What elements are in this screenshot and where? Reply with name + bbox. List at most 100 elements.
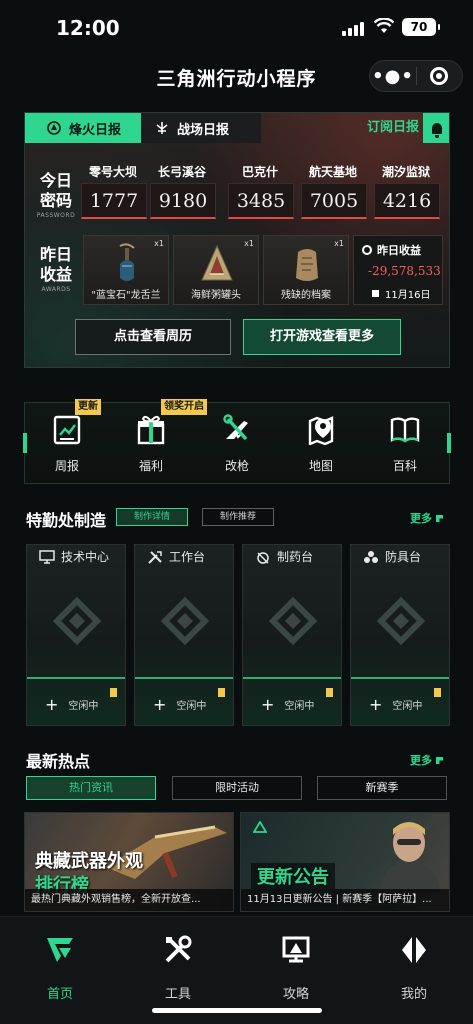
bench-armor[interactable]: 防具台 + 空闲中 bbox=[350, 544, 450, 726]
home-indicator[interactable] bbox=[152, 1008, 322, 1013]
close-ring-icon bbox=[430, 67, 449, 85]
award-count: x1 bbox=[334, 239, 344, 248]
special-more-link[interactable]: 更多 bbox=[410, 510, 443, 526]
claim-open-tag: 领奖开启 bbox=[161, 399, 207, 415]
news-headline: 典藏武器外观 bbox=[35, 851, 143, 872]
tab-battle-label: 战场日报 bbox=[177, 122, 230, 138]
tab-label: 首页 bbox=[46, 987, 73, 1002]
tab-battle-report[interactable]: 战场日报 bbox=[141, 113, 261, 143]
income-date-text: 11月16日 bbox=[385, 290, 431, 301]
bench-header: 防具台 bbox=[363, 548, 421, 565]
pill-production-recommend[interactable]: 制作推荐 bbox=[202, 508, 274, 526]
more-menu-icon[interactable]: •●• bbox=[370, 66, 416, 87]
news-tab-events[interactable]: 限时活动 bbox=[172, 776, 302, 800]
quick-item-welfare[interactable]: 福利 bbox=[119, 413, 183, 474]
bench-tech-center[interactable]: 技术中心 + 空闲中 bbox=[26, 544, 126, 726]
awards-label-bottom: 收益 bbox=[39, 265, 72, 284]
tab-label: 工具 bbox=[164, 987, 191, 1002]
tab-home[interactable]: 首页 bbox=[20, 935, 100, 1002]
view-weekly-calendar-button[interactable]: 点击查看周历 bbox=[75, 319, 231, 355]
bench-status: + 空闲中 bbox=[369, 695, 422, 714]
bench-workbench[interactable]: 工作台 + 空闲中 bbox=[134, 544, 234, 726]
awards-label-en: AWARDS bbox=[41, 286, 71, 293]
bench-emblem-icon bbox=[377, 597, 425, 645]
awards-label-top: 昨日 bbox=[39, 245, 72, 264]
plus-icon: + bbox=[369, 695, 383, 714]
report-tabs: 烽火日报 战场日报 订阅日报 bbox=[25, 113, 449, 143]
seafood-can-icon bbox=[201, 244, 233, 281]
quick-item-label: 改枪 bbox=[224, 459, 249, 473]
bench-status-text: 空闲中 bbox=[68, 701, 99, 712]
bench-emblem-icon bbox=[53, 597, 101, 645]
special-more-label: 更多 bbox=[410, 512, 432, 525]
document-bag-icon bbox=[296, 249, 318, 281]
fire-emblem-icon bbox=[47, 121, 61, 135]
daily-report-card: 烽火日报 战场日报 订阅日报 今日 密码 PASSWORD 零号大坝 1777 … bbox=[24, 112, 450, 368]
tab-label: 攻略 bbox=[282, 987, 309, 1002]
bench-name: 工作台 bbox=[169, 550, 206, 564]
income-date: 11月16日 bbox=[372, 286, 430, 301]
profile-icon bbox=[402, 937, 426, 963]
notice-icon bbox=[110, 688, 117, 697]
password-label-bottom: 密码 bbox=[39, 191, 72, 210]
password-label-top: 今日 bbox=[39, 171, 72, 190]
quick-item-gun-mod[interactable]: 改枪 bbox=[205, 413, 269, 474]
plus-icon: + bbox=[261, 695, 275, 714]
news-card-update-notice[interactable]: 更新公告 11月13日更新公告 | 新赛季【阿萨拉】... bbox=[240, 812, 450, 912]
tab-guide[interactable]: 攻略 bbox=[256, 935, 336, 1002]
award-item[interactable]: x1 海鲜粥罐头 bbox=[173, 235, 259, 305]
tools-icon bbox=[165, 935, 192, 963]
quick-item-label: 周报 bbox=[54, 459, 79, 473]
bench-name: 技术中心 bbox=[61, 550, 110, 564]
quick-item-wiki[interactable]: 百科 bbox=[373, 413, 437, 474]
award-item[interactable]: x1 "蓝宝石"龙舌兰 bbox=[83, 235, 169, 305]
news-card-weapon-skins[interactable]: 典藏武器外观 排行榜 最热门典藏外观销售榜，全新开放查... bbox=[24, 812, 234, 912]
pill-production-details[interactable]: 制作详情 bbox=[116, 508, 188, 526]
special-ops-title: 特勤处制造 bbox=[26, 511, 107, 530]
news-tab-hot[interactable]: 热门资讯 bbox=[26, 776, 156, 800]
award-name: "蓝宝石"龙舌兰 bbox=[91, 290, 161, 301]
news-more-label: 更多 bbox=[410, 754, 432, 767]
bench-status: + 空闲中 bbox=[153, 695, 206, 714]
password-label-en: PASSWORD bbox=[36, 212, 76, 219]
notice-icon bbox=[218, 688, 225, 697]
news-more-link[interactable]: 更多 bbox=[410, 752, 443, 768]
update-tag: 更新 bbox=[75, 399, 101, 415]
bench-status: + 空闲中 bbox=[261, 695, 314, 714]
bench-divider bbox=[243, 677, 341, 679]
plus-icon: + bbox=[45, 695, 59, 714]
close-miniprogram-button[interactable] bbox=[417, 67, 462, 85]
report-icon bbox=[53, 415, 81, 445]
news-headline-text: 更新公告 bbox=[257, 867, 329, 888]
income-value: -29,578,533 bbox=[368, 264, 441, 278]
bench-status-text: 空闲中 bbox=[176, 701, 207, 712]
quick-item-weekly-report[interactable]: 周报 bbox=[35, 413, 99, 474]
password-code: 3485 bbox=[228, 183, 294, 219]
monitor-icon bbox=[39, 549, 55, 564]
quick-item-map[interactable]: 地图 bbox=[289, 413, 353, 474]
subscribe-report-link[interactable]: 订阅日报 bbox=[367, 113, 419, 143]
status-bar: 12:00 70 bbox=[0, 0, 473, 56]
bench-header: 工作台 bbox=[147, 548, 205, 565]
gun-wrench-icon bbox=[223, 414, 248, 441]
map-pin-icon bbox=[308, 416, 334, 446]
award-item[interactable]: x1 残缺的档案 bbox=[263, 235, 349, 305]
news-tab-new-season[interactable]: 新赛季 bbox=[317, 776, 447, 800]
bench-divider bbox=[135, 677, 233, 679]
quick-item-label: 地图 bbox=[308, 459, 333, 473]
bench-status-text: 空闲中 bbox=[284, 701, 315, 712]
tab-fire-report[interactable]: 烽火日报 bbox=[25, 113, 141, 143]
tab-profile[interactable]: 我的 bbox=[374, 935, 454, 1002]
coin-icon bbox=[362, 245, 372, 255]
bench-emblem-icon bbox=[161, 597, 209, 645]
pharma-icon bbox=[257, 551, 269, 564]
password-code: 1777 bbox=[81, 183, 147, 219]
bell-icon[interactable] bbox=[423, 113, 449, 143]
award-count: x1 bbox=[154, 239, 164, 248]
bench-pharmacy[interactable]: 制药台 + 空闲中 bbox=[242, 544, 342, 726]
award-name: 海鲜粥罐头 bbox=[191, 290, 241, 301]
open-game-button[interactable]: 打开游戏查看更多 bbox=[243, 319, 401, 355]
tab-tools[interactable]: 工具 bbox=[138, 935, 218, 1002]
tab-fire-label: 烽火日报 bbox=[69, 122, 122, 138]
password-section-label: 今日 密码 PASSWORD bbox=[33, 171, 79, 219]
